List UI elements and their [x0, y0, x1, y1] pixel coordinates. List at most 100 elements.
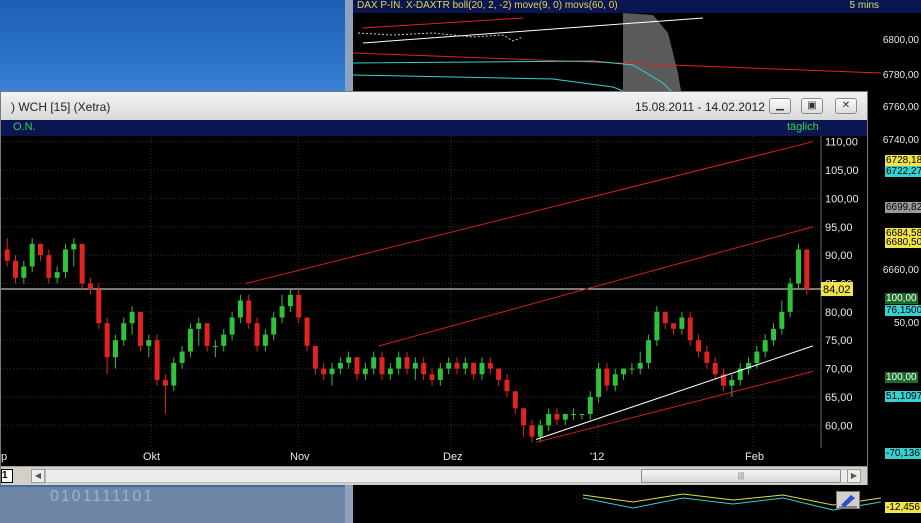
- candle-body: [754, 351, 760, 363]
- candle-body: [354, 357, 360, 375]
- candle-body: [454, 362, 460, 369]
- candle-body: [121, 323, 127, 341]
- y-tick-label: 80,00: [825, 307, 853, 319]
- desktop-background: [0, 0, 345, 95]
- chart-window[interactable]: ) WCH [15] (Xetra) 15.08.2011 - 14.02.20…: [0, 91, 868, 509]
- y-tick-label: 60,00: [825, 420, 853, 432]
- candle-body: [671, 323, 677, 329]
- y-tick-label: 105,00: [825, 165, 859, 177]
- candle-body: [387, 368, 393, 375]
- candle-body: [296, 294, 302, 318]
- y-tick-label: 95,00: [825, 222, 853, 234]
- candle-body: [212, 345, 218, 347]
- candle-body: [171, 362, 177, 386]
- indicator-value: 100,00: [885, 372, 918, 383]
- candle-body: [612, 374, 618, 386]
- scroll-left-button[interactable]: ◀: [31, 469, 45, 483]
- candle-body: [21, 266, 27, 278]
- restore-button[interactable]: ▣: [801, 98, 823, 114]
- candle-body: [629, 368, 635, 370]
- candle-body: [237, 300, 243, 318]
- price-label: 6680,50: [885, 237, 921, 248]
- price-label: 6699,82: [885, 202, 921, 213]
- bollinger-band-fill: [623, 13, 683, 103]
- price-tick: 6660,00: [882, 265, 919, 276]
- scroll-right-button[interactable]: ▶: [847, 469, 861, 483]
- candle-body: [529, 425, 535, 437]
- candle-body: [796, 249, 802, 284]
- chart-scrollbar-bar: 1 ◀ ||| ▶: [1, 466, 867, 485]
- candle-body: [146, 340, 152, 346]
- candle-body: [329, 368, 335, 375]
- candle-body: [29, 243, 35, 267]
- candle-body: [371, 357, 377, 369]
- background-intraday-chart: [353, 13, 881, 103]
- candle-body: [321, 368, 327, 375]
- candle-body: [596, 368, 602, 397]
- candle-body: [679, 317, 685, 329]
- price-label: 6722,27: [885, 166, 921, 177]
- candle-body: [687, 317, 693, 341]
- current-price-label: 84,02: [823, 284, 851, 296]
- indicator-label: O.N.: [13, 121, 36, 133]
- candle-body: [637, 362, 643, 369]
- candle-body: [571, 413, 577, 415]
- candle-body: [112, 340, 118, 358]
- trend-channel-upper: [245, 141, 814, 284]
- x-tick-label: '12: [590, 451, 604, 463]
- candle-body: [279, 306, 285, 318]
- candle-body: [71, 243, 77, 250]
- candle-body: [246, 300, 252, 324]
- candle-body: [429, 374, 435, 380]
- x-tick-label: Dez: [443, 451, 463, 463]
- indicator-value: 50,00: [894, 318, 920, 329]
- candle-body: [604, 368, 610, 386]
- support-trend-line: [535, 345, 814, 440]
- candle-body: [262, 334, 268, 346]
- x-tick-label: Okt: [143, 451, 160, 463]
- window-titlebar[interactable]: ) WCH [15] (Xetra) 15.08.2011 - 14.02.20…: [1, 92, 867, 121]
- candle-body: [4, 249, 10, 261]
- y-tick-label: 75,00: [825, 335, 853, 347]
- chart-tab[interactable]: 1: [1, 469, 13, 483]
- candle-body: [379, 357, 385, 375]
- candle-body: [587, 396, 593, 414]
- candle-body: [512, 391, 518, 409]
- minimize-button[interactable]: ▁: [769, 98, 791, 114]
- scroll-thumb[interactable]: |||: [641, 469, 841, 483]
- candlestick-chart[interactable]: 110,00105,00100,0095,0090,0085,0080,0075…: [1, 136, 867, 466]
- chart-area[interactable]: 110,00105,00100,0095,0090,0085,0080,0075…: [1, 136, 867, 509]
- candle-body: [96, 289, 102, 324]
- candle-body: [412, 362, 418, 369]
- y-tick-label: 65,00: [825, 392, 853, 404]
- price-tick: 6760,00: [882, 102, 919, 113]
- candle-body: [537, 425, 543, 437]
- indicator-value: 76,1500: [885, 305, 921, 316]
- candle-body: [804, 249, 810, 290]
- candle-body: [579, 413, 585, 415]
- candle-body: [204, 323, 210, 346]
- candle-body: [437, 368, 443, 380]
- candle-body: [196, 323, 202, 329]
- indicator-value: -70,1367: [885, 448, 921, 459]
- candle-body: [729, 379, 735, 386]
- drawing-tool-button[interactable]: [836, 491, 860, 509]
- background-window-title-text: DAX P-IN. X-DAXTR boll(20, 2, -2) move(9…: [357, 0, 618, 11]
- candle-body: [462, 362, 468, 369]
- candle-body: [137, 311, 143, 346]
- candle-body: [79, 243, 85, 284]
- candle-body: [771, 328, 777, 341]
- candle-body: [479, 362, 485, 375]
- period-label[interactable]: täglich: [787, 121, 819, 133]
- candle-body: [154, 340, 160, 380]
- date-range: 15.08.2011 - 14.02.2012: [635, 100, 765, 114]
- x-tick-label: p: [1, 451, 7, 463]
- price-tick: 6780,00: [882, 70, 919, 81]
- close-button[interactable]: ✕: [835, 98, 857, 114]
- indicator-value: -12,456: [885, 502, 921, 513]
- price-label: 6728,18: [885, 155, 921, 166]
- candle-body: [362, 368, 368, 375]
- candle-body: [229, 317, 235, 335]
- candle-body: [654, 311, 660, 341]
- candle-body: [504, 379, 510, 392]
